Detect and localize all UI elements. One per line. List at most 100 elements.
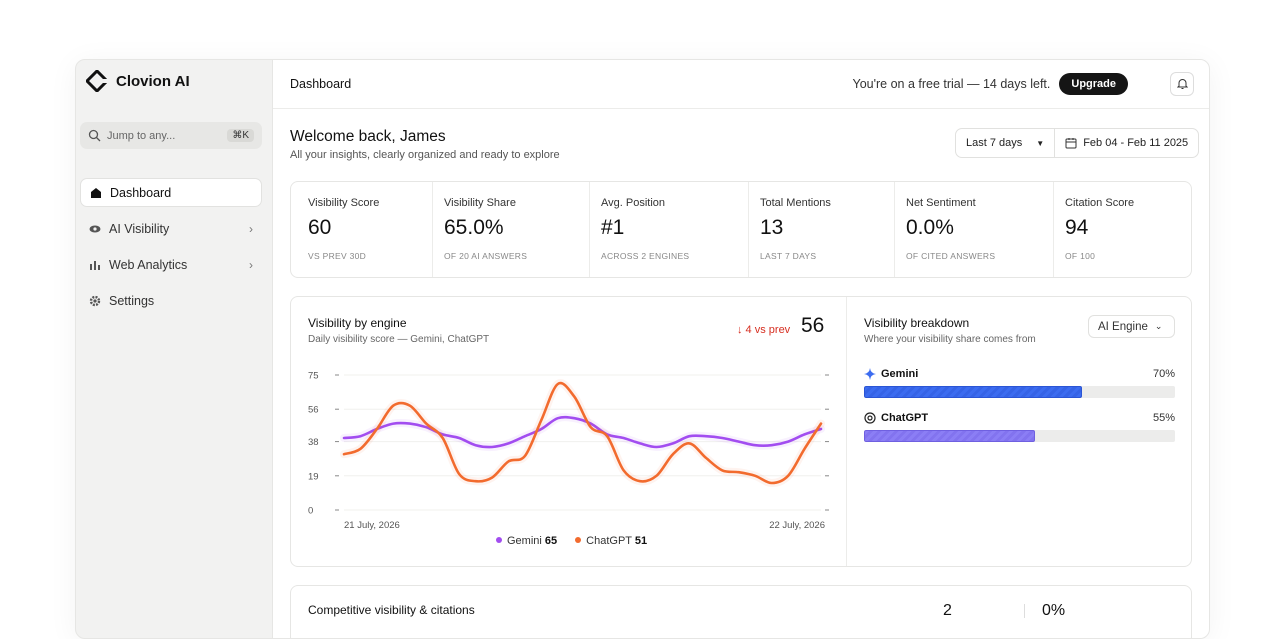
date-picker[interactable]: Feb 04 - Feb 11 2025: [1054, 129, 1198, 157]
sidebar-item-dashboard[interactable]: Dashboard: [80, 178, 262, 207]
metric-sub: ACROSS 2 ENGINES: [601, 251, 690, 261]
calendar-icon: [1065, 138, 1077, 149]
sidebar-item-label: AI Visibility: [109, 221, 170, 236]
metric-card: Citation Score 94 OF 100: [1054, 182, 1191, 277]
metric-value: 13: [760, 216, 784, 239]
metrics-row: Visibility Score 60 VS PREV 30D Visibili…: [290, 181, 1192, 278]
trial-notice: You're on a free trial — 14 days left.: [852, 77, 1051, 91]
notifications-button[interactable]: [1170, 72, 1194, 96]
date-range: Feb 04 - Feb 11 2025: [1083, 137, 1189, 149]
metric-label: Visibility Share: [444, 197, 516, 209]
brand[interactable]: Clovion AI: [86, 70, 190, 92]
sidebar-item-label: Settings: [109, 293, 155, 308]
sidebar-nav: Dashboard AI Visibility › Web Analytics …: [80, 178, 262, 322]
metric-value: 60: [308, 216, 332, 239]
app-name: Clovion AI: [116, 72, 190, 90]
sidebar: Clovion AI Jump to any... ⌘K Dashboard A…: [76, 60, 272, 638]
chart-title: Visibility by engine: [308, 316, 407, 330]
competitive-stat: 2: [943, 602, 952, 619]
competitive-title: Competitive visibility & citations: [308, 603, 475, 617]
sidebar-item-web-analytics[interactable]: Web Analytics ›: [80, 250, 262, 279]
delta-badge: ↓ 4 vs prev: [737, 324, 791, 336]
caret-down-icon: ▼: [1036, 138, 1045, 148]
y-tick-label: 19: [308, 471, 319, 482]
competitive-panel: Competitive visibility & citations 2 0%: [290, 585, 1192, 638]
visibility-score: 56: [801, 314, 825, 337]
eye-icon: [89, 225, 101, 232]
bar-chart-icon: [90, 260, 100, 270]
metric-card: Avg. Position #1 ACROSS 2 ENGINES: [590, 182, 749, 277]
metric-card: Net Sentiment 0.0% OF CITED ANSWERS: [895, 182, 1054, 277]
breakdown-bar-track: [864, 430, 1175, 442]
legend-dot: [575, 537, 582, 543]
sidebar-item-ai-visibility[interactable]: AI Visibility ›: [80, 214, 262, 243]
breakdown-title: Visibility breakdown: [864, 316, 970, 330]
panel-divider: [846, 297, 847, 566]
chart-subtitle: Daily visibility score — Gemini, ChatGPT: [308, 334, 490, 345]
series-glow-gemini: [340, 413, 825, 452]
competitive-divider: [1024, 604, 1025, 618]
legend-value: 51: [634, 535, 648, 547]
breakdown-row-chatgpt: ChatGPT 55%: [864, 412, 1175, 442]
breakdown-row-gemini: Gemini 70%: [864, 368, 1175, 398]
date-filter: Last 7 days ▼ Feb 04 - Feb 11 2025: [955, 128, 1200, 158]
breakdown-engine: Gemini: [864, 368, 1175, 380]
series-line-chatgpt: [342, 381, 823, 485]
breakdown-bar-fill: [864, 430, 1036, 442]
metric-label: Total Mentions: [760, 197, 831, 209]
chevron-down-icon: ⌄: [1154, 321, 1163, 331]
metric-value: #1: [601, 216, 625, 239]
series-glow-chatgpt: [340, 379, 825, 488]
welcome-title: Welcome back, James: [290, 128, 446, 145]
y-tick-label: 38: [308, 437, 319, 448]
breakdown-pct: 55%: [1152, 412, 1175, 424]
metric-label: Avg. Position: [601, 197, 666, 209]
logo-icon: [86, 70, 108, 92]
legend-value: 65: [544, 535, 558, 547]
openai-icon: [864, 412, 876, 424]
legend-item-chatgpt[interactable]: ChatGPT 51: [575, 535, 647, 547]
gear-icon: [89, 295, 101, 306]
breakdown-engine-name: ChatGPT: [881, 412, 929, 424]
welcome: Welcome back, James All your insights, c…: [290, 128, 560, 161]
competitive-stat: 0%: [1042, 602, 1066, 619]
metric-label: Net Sentiment: [906, 197, 976, 209]
chart-legend: Gemini 65 ChatGPT 51: [496, 535, 647, 547]
metric-card: Visibility Score 60 VS PREV 30D: [291, 182, 433, 277]
sidebar-item-label: Dashboard: [110, 185, 172, 200]
search-input[interactable]: Jump to any... ⌘K: [80, 122, 262, 149]
sidebar-item-label: Web Analytics: [109, 257, 188, 272]
metric-sub: OF 100: [1065, 251, 1096, 261]
legend-name: Gemini: [507, 535, 542, 547]
visibility-line-chart: 0 19 38 56 75 21 July, 2026 22 July, 2026: [308, 371, 829, 531]
y-tick-label: 0: [308, 506, 313, 517]
search-placeholder: Jump to any...: [107, 129, 176, 142]
main-content: Dashboard You're on a free trial — 14 da…: [272, 60, 1209, 638]
engine-select[interactable]: AI Engine ⌄: [1088, 315, 1175, 338]
breakdown-subtitle: Where your visibility share comes from: [864, 334, 1036, 345]
metric-value: 94: [1065, 216, 1089, 239]
breakdown-engine: ChatGPT: [864, 412, 1175, 424]
metric-label: Citation Score: [1065, 197, 1135, 209]
bell-icon: [1176, 79, 1188, 89]
y-tick-label: 75: [308, 371, 319, 382]
metric-sub: OF CITED ANSWERS: [906, 251, 996, 261]
chevron-right-icon: ›: [249, 257, 253, 272]
legend-item-gemini[interactable]: Gemini 65: [496, 535, 557, 547]
breakdown-pct: 70%: [1152, 368, 1175, 380]
sparkle-icon: [864, 368, 876, 380]
range-label: Last 7 days: [966, 137, 1023, 149]
legend-dot: [496, 537, 502, 543]
upgrade-button[interactable]: Upgrade: [1059, 73, 1128, 95]
sidebar-item-settings[interactable]: Settings: [80, 286, 262, 315]
legend-name: ChatGPT: [586, 535, 632, 547]
range-select[interactable]: Last 7 days ▼: [956, 129, 1054, 157]
search-icon: [88, 129, 101, 142]
chevron-right-icon: ›: [249, 221, 253, 236]
metric-value: 65.0%: [444, 216, 504, 239]
app-window: Clovion AI Jump to any... ⌘K Dashboard A…: [75, 59, 1210, 639]
visibility-panel: Visibility by engine Daily visibility sc…: [290, 296, 1192, 567]
metric-sub: OF 20 AI ANSWERS: [444, 251, 528, 261]
topbar: Dashboard You're on a free trial — 14 da…: [273, 60, 1209, 109]
metric-label: Visibility Score: [308, 197, 380, 209]
